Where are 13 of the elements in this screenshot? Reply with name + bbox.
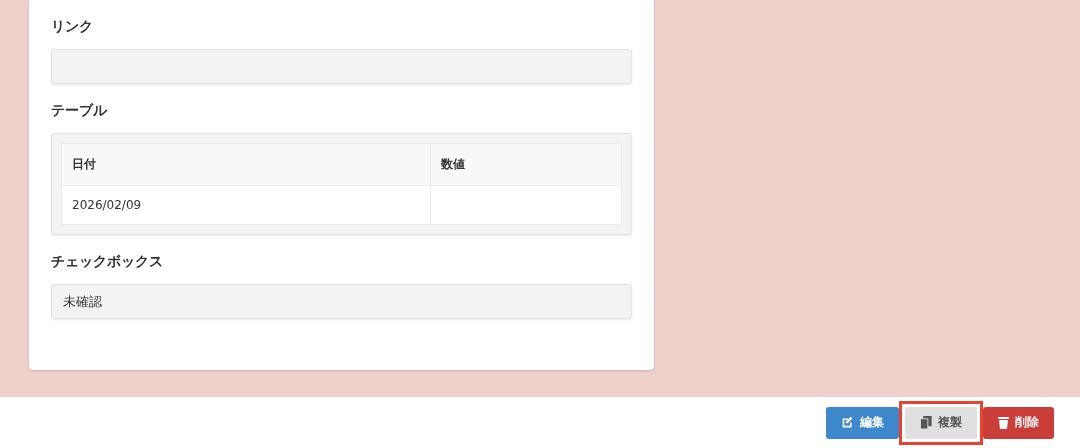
table-cell: 2026/02/09: [61, 185, 431, 225]
section-label: リンク: [51, 17, 94, 36]
copy-icon: [920, 416, 932, 429]
trash-icon: [998, 416, 1009, 429]
edit-icon: [841, 416, 854, 429]
edit-button[interactable]: 編集: [826, 406, 899, 439]
copy-button[interactable]: 複製: [905, 406, 977, 439]
section-label: チェックボックス: [51, 252, 164, 271]
section-label: テーブル: [51, 101, 108, 120]
field-value: 未確認: [63, 292, 102, 311]
column-header: 数値: [430, 143, 622, 186]
delete-button[interactable]: 削除: [983, 406, 1054, 439]
column-header: 日付: [61, 143, 431, 186]
